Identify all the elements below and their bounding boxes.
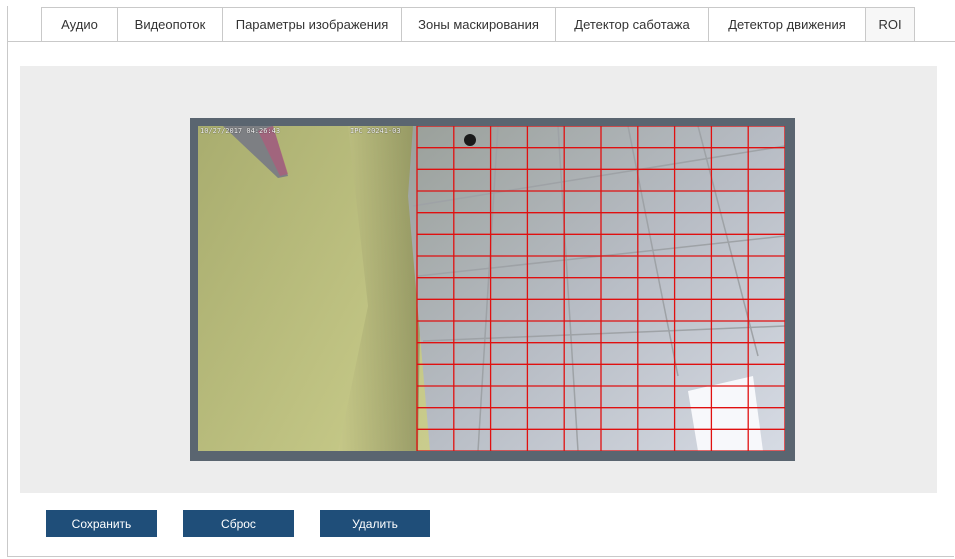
delete-button[interactable]: Удалить: [320, 510, 430, 537]
tab-image-settings[interactable]: Параметры изображения: [222, 7, 402, 41]
tab-video-stream[interactable]: Видеопоток: [117, 7, 223, 41]
roi-video-canvas[interactable]: 10/27/2017 04:26:43 IPC 20241-03: [198, 126, 785, 451]
reset-button[interactable]: Сброс: [183, 510, 294, 537]
tab-divider: [7, 41, 955, 42]
camera-snapshot: [198, 126, 785, 451]
tab-privacy-masks[interactable]: Зоны маскирования: [401, 7, 556, 41]
tab-audio[interactable]: Аудио: [41, 7, 118, 41]
tab-tamper-detector[interactable]: Детектор саботажа: [555, 7, 709, 41]
osd-datetime: 10/27/2017 04:26:43: [200, 127, 281, 135]
save-button[interactable]: Сохранить: [46, 510, 157, 537]
tab-roi[interactable]: ROI: [865, 7, 915, 41]
video-viewer-frame: 10/27/2017 04:26:43 IPC 20241-03: [190, 118, 795, 461]
tab-motion-detector[interactable]: Детектор движения: [708, 7, 866, 41]
ceiling-fixture: [464, 134, 476, 146]
tab-bar: Аудио Видеопоток Параметры изображения З…: [41, 7, 915, 41]
osd-camera-name: IPC 20241-03: [350, 127, 401, 135]
